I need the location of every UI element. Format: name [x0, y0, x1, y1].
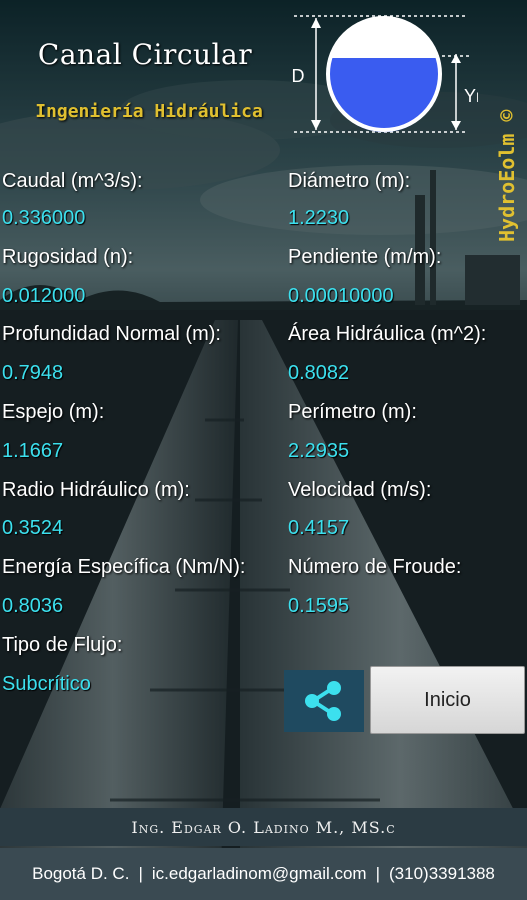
diagram-label-t: T	[380, 28, 391, 48]
inicio-button[interactable]: Inicio	[370, 666, 525, 734]
app-subtitle: Ingeniería Hidráulica	[35, 101, 263, 122]
diagram-label-n: N	[476, 89, 478, 105]
perimetro-label: Perímetro (m):	[288, 401, 417, 423]
area-value: 0.8082	[288, 362, 350, 384]
profundidad-label: Profundidad Normal (m):	[2, 323, 221, 345]
espejo-value: 1.1667	[2, 440, 64, 462]
radio-label: Radio Hidráulico (m):	[2, 479, 190, 501]
rugosidad-label: Rugosidad (n):	[2, 246, 134, 268]
velocidad-value: 0.4157	[288, 517, 350, 539]
velocidad-label: Velocidad (m/s):	[288, 479, 432, 501]
tipo-flujo-label: Tipo de Flujo:	[2, 634, 123, 656]
svg-text:YN: YN	[464, 86, 478, 106]
footer-contact-bar: Bogotá D. C. | ic.edgarladinom@gmail.com…	[0, 848, 527, 900]
diametro-label: Diámetro (m):	[288, 170, 411, 192]
footer-author-bar: Ing. Edgar O. Ladino M., MS.c	[0, 808, 527, 846]
energia-label: Energía Específica (Nm/N):	[2, 556, 246, 578]
diagram-label-y: Y	[464, 86, 476, 106]
radio-value: 0.3524	[2, 517, 64, 539]
diagram-label-d: D	[292, 66, 305, 86]
espejo-label: Espejo (m):	[2, 401, 105, 423]
app-title: Canal Circular	[37, 38, 253, 71]
froude-value: 0.1595	[288, 595, 350, 617]
caudal-value: 0.336000	[2, 207, 86, 229]
share-button[interactable]	[284, 670, 364, 732]
perimetro-value: 2.2935	[288, 440, 350, 462]
pendiente-label: Pendiente (m/m):	[288, 246, 442, 268]
footer-author: Ing. Edgar O. Ladino M., MS.c	[131, 817, 396, 837]
footer-city: Bogotá D. C.	[32, 864, 130, 883]
tipo-flujo-value: Subcrítico	[2, 673, 91, 695]
footer-phone[interactable]: (310)3391388	[389, 864, 495, 884]
froude-label: Número de Froude:	[288, 556, 462, 578]
footer-separator: |	[138, 864, 143, 883]
footer-separator: |	[375, 864, 381, 883]
area-label: Área Hidráulica (m^2):	[288, 323, 487, 345]
circular-channel-diagram: T D YN	[292, 15, 478, 133]
pendiente-value: 0.00010000	[288, 285, 394, 307]
caudal-label: Caudal (m^3/s):	[2, 170, 143, 192]
rugosidad-value: 0.012000	[2, 285, 86, 307]
profundidad-value: 0.7948	[2, 362, 64, 384]
share-icon	[305, 681, 341, 721]
brand-vertical-text: HydroEolm ©	[495, 109, 519, 242]
footer-email[interactable]: ic.edgarladinom@gmail.com	[152, 864, 367, 884]
energia-value: 0.8036	[2, 595, 64, 617]
diametro-value: 1.2230	[288, 207, 350, 229]
svg-text:HydroEolm ©: HydroEolm ©	[495, 109, 519, 242]
